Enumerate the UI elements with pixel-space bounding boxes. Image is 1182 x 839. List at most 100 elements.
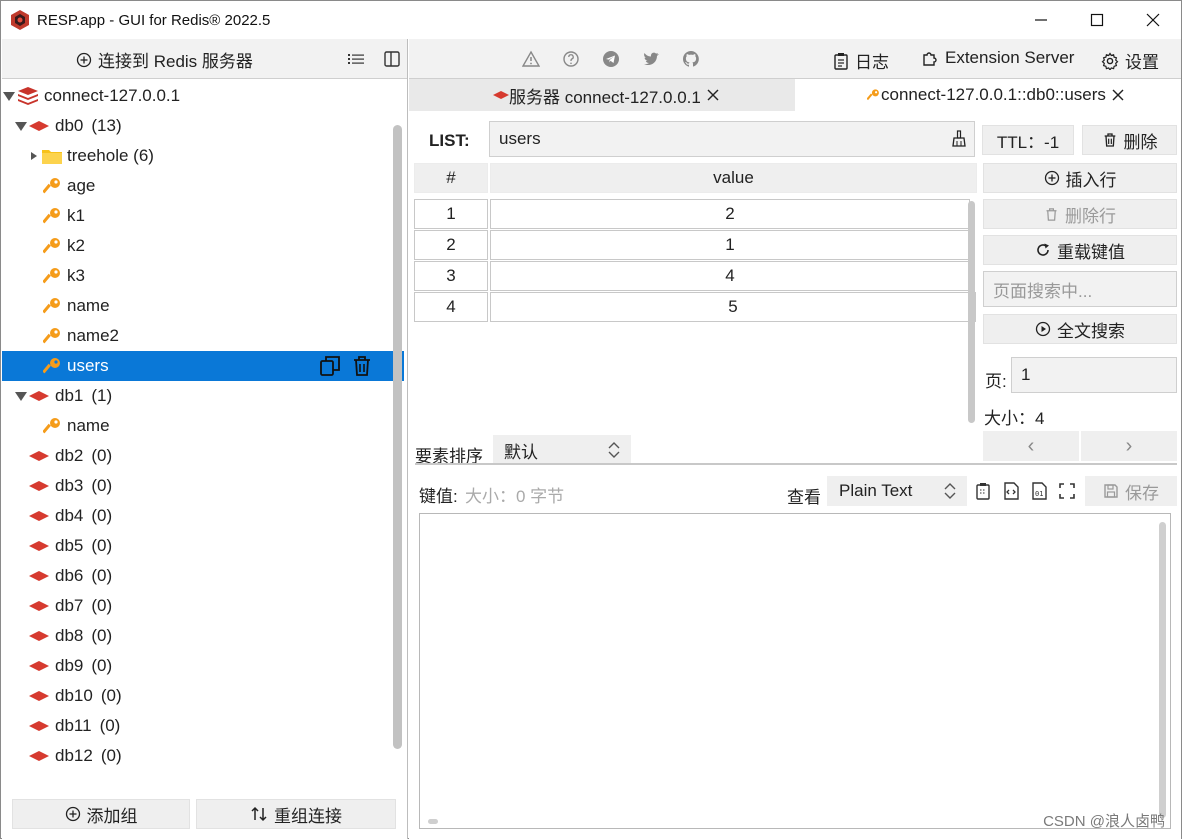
row-value-cell[interactable]: 1 xyxy=(490,230,970,260)
plus-circle-icon xyxy=(1044,170,1059,186)
tree-db-db6[interactable]: db6 (0) xyxy=(2,561,404,591)
ttl-button[interactable]: TTL：-1 xyxy=(982,125,1074,155)
database-icon xyxy=(29,691,49,701)
fulltext-search-label: 全文搜索 xyxy=(1057,321,1125,341)
copy-value-icon[interactable] xyxy=(973,481,993,501)
github-icon[interactable] xyxy=(682,50,700,68)
tree-key-k3[interactable]: k3 xyxy=(2,261,404,291)
tree-db-db9[interactable]: db9 (0) xyxy=(2,651,404,681)
minimize-button[interactable] xyxy=(1013,1,1069,39)
tree-key-users[interactable]: users xyxy=(2,351,404,381)
connections-toolbar: 连接到 Redis 服务器 xyxy=(2,39,407,79)
connect-to-redis-button[interactable]: 连接到 Redis 服务器 xyxy=(76,47,253,72)
previous-page-button[interactable]: ‹ xyxy=(983,431,1079,461)
tree-db-db1[interactable]: db1 (1) xyxy=(2,381,404,411)
database-icon xyxy=(29,451,49,461)
help-icon[interactable] xyxy=(562,50,580,68)
code-file-icon[interactable] xyxy=(1001,481,1021,501)
tree-db-db4[interactable]: db4 (0) xyxy=(2,501,404,531)
fullscreen-icon[interactable] xyxy=(1057,481,1077,501)
value-editor[interactable] xyxy=(419,513,1171,829)
editor-vertical-scrollbar[interactable] xyxy=(1159,522,1166,818)
tree-folder-treehole[interactable]: treehole (6) xyxy=(2,141,404,171)
log-button[interactable]: 日志 xyxy=(833,48,889,73)
tab-server[interactable]: 服务器 connect-127.0.0.1 xyxy=(493,79,719,111)
delete-row-button[interactable]: 删除行 xyxy=(983,199,1177,229)
broom-icon[interactable] xyxy=(950,130,968,148)
key-name-field[interactable]: users xyxy=(489,121,975,157)
row-index-cell[interactable]: 2 xyxy=(414,230,488,260)
row-index-cell[interactable]: 1 xyxy=(414,199,488,229)
split-panel-icon[interactable] xyxy=(382,49,402,69)
database-icon xyxy=(29,391,49,401)
tree-key-name[interactable]: name xyxy=(2,291,404,321)
maximize-button[interactable] xyxy=(1069,1,1125,39)
row-index-cell[interactable]: 3 xyxy=(414,261,488,291)
page-number-input[interactable]: 1 xyxy=(1011,357,1177,393)
tree-db-db12[interactable]: db12 (0) xyxy=(2,741,404,771)
db-count: (0) xyxy=(100,686,122,705)
insert-row-button[interactable]: 插入行 xyxy=(983,163,1177,193)
page-search-input[interactable]: 页面搜索中... xyxy=(983,271,1177,307)
key-type-label: LIST: xyxy=(429,131,470,150)
copy-key-icon[interactable] xyxy=(318,354,342,378)
tree-db-db3[interactable]: db3 (0) xyxy=(2,471,404,501)
tree-key-name2[interactable]: name2 xyxy=(2,321,404,351)
table-scrollbar[interactable] xyxy=(968,201,975,423)
tree-key-k1[interactable]: k1 xyxy=(2,201,404,231)
row-index-cell[interactable]: 4 xyxy=(414,292,488,322)
tree-db-db0[interactable]: db0 (13) xyxy=(2,111,404,141)
next-page-button[interactable]: › xyxy=(1081,431,1177,461)
view-format-select[interactable]: Plain Text xyxy=(827,476,967,506)
folder-label: treehole (6) xyxy=(67,146,154,165)
tree-db-db7[interactable]: db7 (0) xyxy=(2,591,404,621)
tree-key-k2[interactable]: k2 xyxy=(2,231,404,261)
trash-icon[interactable] xyxy=(350,354,374,378)
reload-value-button[interactable]: 重载键值 xyxy=(983,235,1177,265)
plus-circle-icon xyxy=(65,806,80,822)
row-value-cell[interactable]: 5 xyxy=(490,292,976,322)
key-icon xyxy=(43,208,60,224)
tree-db-db5[interactable]: db5 (0) xyxy=(2,531,404,561)
tree-key-age[interactable]: age xyxy=(2,171,404,201)
sort-order-value: 默认 xyxy=(504,442,538,462)
column-header-value[interactable]: value xyxy=(490,163,977,193)
caret-down-icon[interactable] xyxy=(15,390,27,402)
warning-icon[interactable] xyxy=(522,50,540,68)
tree-db-db10[interactable]: db10 (0) xyxy=(2,681,404,711)
delete-key-label: 删除 xyxy=(1123,132,1158,152)
caret-down-icon[interactable] xyxy=(15,120,27,132)
row-value-cell[interactable]: 4 xyxy=(490,261,970,291)
twitter-icon[interactable] xyxy=(642,50,660,68)
save-value-button[interactable]: 保存 xyxy=(1085,476,1177,506)
row-value-cell[interactable]: 2 xyxy=(490,199,970,229)
db-name: db8 xyxy=(55,626,84,645)
fulltext-search-button[interactable]: 全文搜索 xyxy=(983,314,1177,344)
close-window-button[interactable] xyxy=(1125,1,1181,39)
column-header-index[interactable]: # xyxy=(414,163,488,193)
close-tab-icon[interactable] xyxy=(707,85,719,106)
tree-db-db8[interactable]: db8 (0) xyxy=(2,621,404,651)
telegram-icon[interactable] xyxy=(602,50,620,68)
delete-key-button[interactable]: 删除 xyxy=(1082,125,1177,155)
db-count: (0) xyxy=(91,596,113,615)
tree-key-name-db1[interactable]: name xyxy=(2,411,404,441)
tree-db-db11[interactable]: db11 (0) xyxy=(2,711,404,741)
sort-order-select[interactable]: 默认 xyxy=(493,435,631,465)
add-group-button[interactable]: 添加组 xyxy=(12,799,190,829)
settings-button[interactable]: 设置 xyxy=(1101,48,1159,73)
reorder-connections-button[interactable]: 重组连接 xyxy=(196,799,396,829)
caret-right-icon[interactable] xyxy=(30,151,38,161)
close-tab-icon[interactable] xyxy=(1112,85,1124,106)
updown-chevron-icon xyxy=(608,442,620,458)
list-icon[interactable] xyxy=(346,49,366,69)
extension-server-button[interactable]: Extension Server xyxy=(921,48,1074,68)
chevron-right-icon: › xyxy=(1125,434,1133,457)
editor-horizontal-scrollbar[interactable] xyxy=(428,819,438,824)
tree-scrollbar[interactable] xyxy=(393,125,402,749)
tree-db-db2[interactable]: db2 (0) xyxy=(2,441,404,471)
caret-down-icon[interactable] xyxy=(3,90,15,102)
binary-file-icon[interactable]: 01 xyxy=(1029,481,1049,501)
tree-connection[interactable]: connect-127.0.0.1 xyxy=(2,81,404,111)
tab-key-users[interactable]: connect-127.0.0.1::db0::users xyxy=(795,79,1181,111)
